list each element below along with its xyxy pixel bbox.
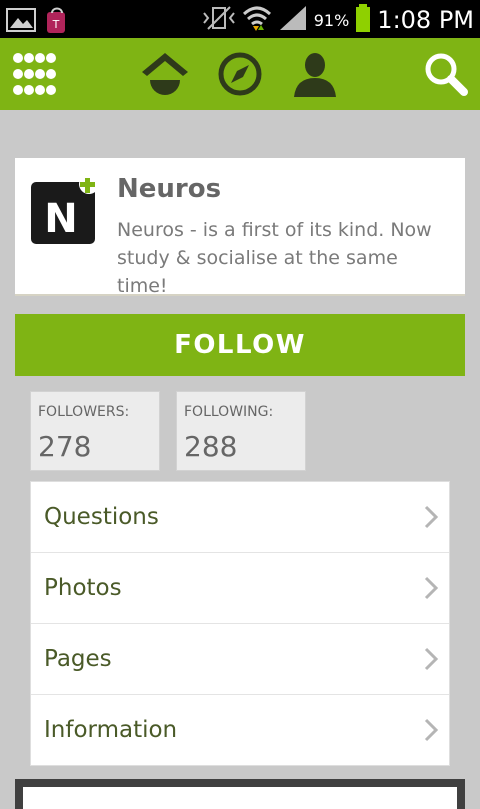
home-icon[interactable] (139, 48, 191, 100)
chevron-right-icon (424, 576, 439, 600)
followers-stat[interactable]: FOLLOWERS: 278 (30, 391, 160, 471)
battery-percent: 91% (313, 10, 350, 30)
status-left-icons: T (6, 6, 70, 38)
wifi-icon (242, 4, 272, 36)
bottom-panel (15, 779, 465, 809)
profile-menu: Questions Photos Pages Information (30, 481, 450, 766)
profile-name: Neuros (117, 174, 222, 204)
grid-menu-icon[interactable] (8, 48, 60, 100)
menu-item-label: Photos (44, 575, 122, 601)
search-icon[interactable] (420, 48, 472, 100)
followers-label: FOLLOWERS: (38, 404, 130, 420)
svg-text:T: T (52, 18, 60, 31)
menu-item-pages[interactable]: Pages (31, 624, 449, 695)
menu-item-label: Information (44, 717, 178, 743)
compass-icon[interactable] (214, 48, 266, 100)
follow-button[interactable]: FOLLOW (15, 314, 465, 376)
status-bar: T 91% 1:08 PM (0, 0, 480, 38)
menu-item-questions[interactable]: Questions (31, 482, 449, 553)
signal-icon (278, 4, 308, 36)
profile-icon[interactable] (289, 48, 341, 100)
app-logo: N (31, 174, 99, 244)
app-bar (0, 38, 480, 110)
following-stat[interactable]: FOLLOWING: 288 (176, 391, 306, 471)
tmobile-icon: T (44, 6, 70, 38)
profile-card: N Neuros Neuros - is a first of its kind… (15, 158, 465, 297)
battery-icon (355, 4, 371, 36)
vibrate-icon (202, 5, 236, 35)
menu-item-label: Pages (44, 646, 112, 672)
bottom-panel-content (23, 787, 457, 809)
following-label: FOLLOWING: (184, 404, 274, 420)
followers-count: 278 (38, 430, 92, 463)
profile-description: Neuros - is a first of its kind. Now stu… (117, 219, 432, 297)
gallery-icon (6, 7, 36, 37)
following-count: 288 (184, 430, 238, 463)
chevron-right-icon (424, 718, 439, 742)
menu-item-photos[interactable]: Photos (31, 553, 449, 624)
svg-text:N: N (44, 196, 77, 242)
status-right-icons: 91% 1:08 PM (202, 4, 474, 36)
clock: 1:08 PM (377, 6, 474, 34)
menu-item-label: Questions (44, 504, 159, 530)
chevron-right-icon (424, 505, 439, 529)
chevron-right-icon (424, 647, 439, 671)
menu-item-information[interactable]: Information (31, 695, 449, 765)
